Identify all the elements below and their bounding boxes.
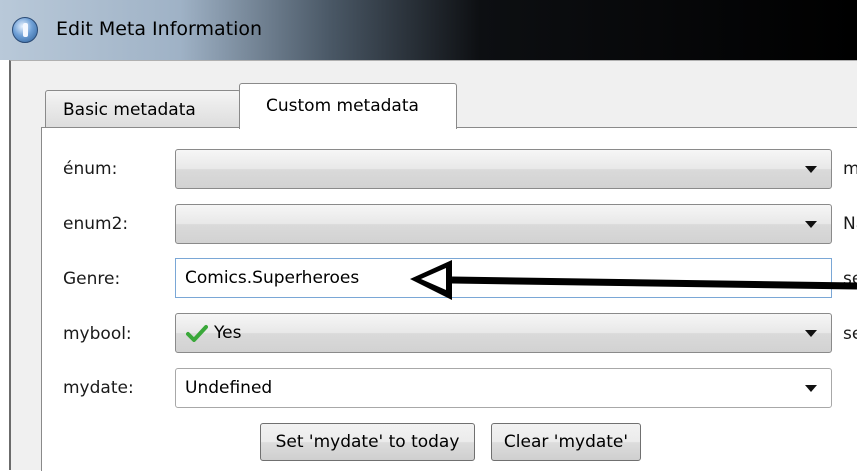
enum2-side-label: Na — [843, 214, 857, 234]
chevron-down-icon — [805, 221, 817, 228]
mybool-label: mybool: — [63, 324, 132, 344]
genre-input[interactable] — [176, 259, 831, 297]
checkmark-icon — [186, 325, 208, 342]
mybool-combobox[interactable]: Yes — [175, 313, 832, 353]
mybool-side-label: ser — [843, 324, 857, 344]
enum2-label: enum2: — [63, 214, 129, 234]
mydate-combobox[interactable]: Undefined — [175, 368, 832, 408]
chevron-down-icon — [805, 166, 817, 173]
genre-side-label: ser — [843, 269, 857, 289]
set-mydate-today-button[interactable]: Set 'mydate' to today — [260, 423, 475, 461]
enum-combobox[interactable] — [175, 149, 832, 189]
tab-basic-metadata[interactable]: Basic metadata — [45, 90, 241, 128]
enum2-combobox[interactable] — [175, 204, 832, 244]
chevron-down-icon — [805, 385, 817, 392]
enum-label: énum: — [63, 159, 118, 179]
genre-label: Genre: — [63, 269, 121, 289]
mydate-value: Undefined — [185, 378, 273, 398]
enum-side-label: my — [843, 159, 857, 179]
info-icon — [12, 17, 38, 43]
window-title: Edit Meta Information — [56, 18, 263, 40]
clear-mydate-button[interactable]: Clear 'mydate' — [491, 423, 641, 461]
genre-input-wrapper — [175, 258, 832, 298]
custom-metadata-panel: énum: my enum2: Na Genre: ser mybool: Ye… — [41, 127, 857, 471]
dialog-body: Basic metadata Custom metadata énum: my … — [9, 60, 857, 471]
title-bar: Edit Meta Information — [0, 0, 857, 60]
chevron-down-icon — [805, 330, 817, 337]
mybool-value: Yes — [214, 323, 242, 343]
mydate-label: mydate: — [63, 378, 134, 398]
tab-custom-metadata[interactable]: Custom metadata — [239, 83, 457, 129]
